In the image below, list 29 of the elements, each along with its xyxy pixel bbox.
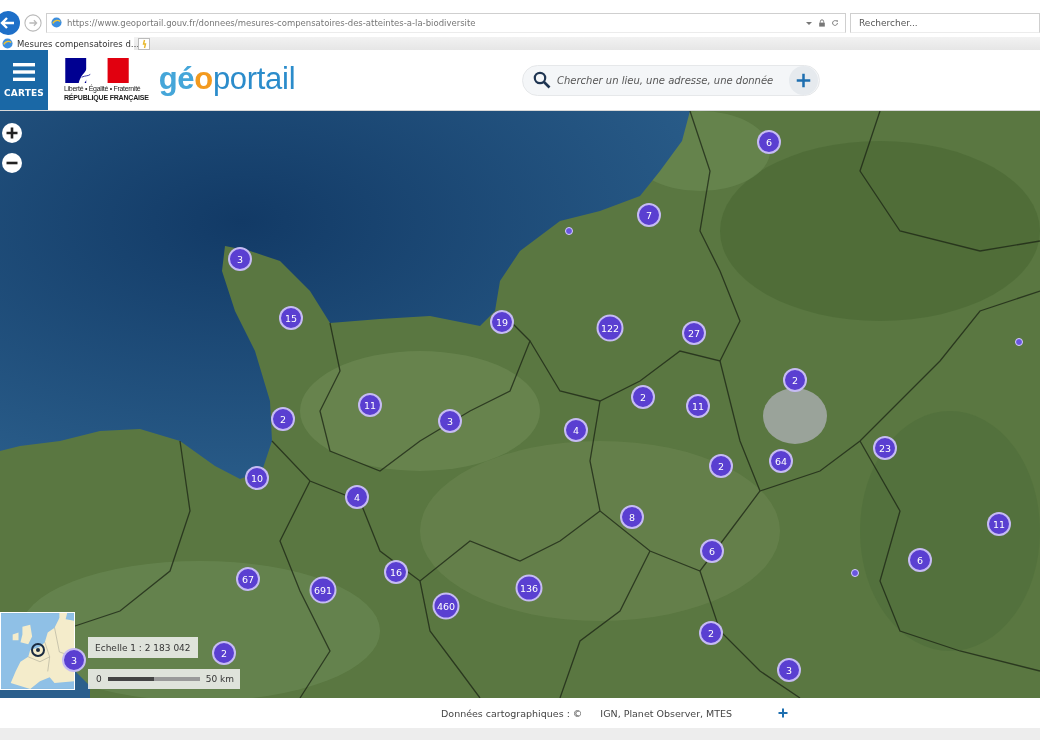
geoportail-logo-text[interactable]: géoportail bbox=[158, 62, 296, 98]
zoom-in-icon[interactable] bbox=[2, 123, 22, 143]
lock-icon[interactable] bbox=[818, 18, 826, 27]
url-text: https://www.geoportail.gouv.fr/donnees/mesures-compensatoires-des-atteintes-a-la-biodiversite bbox=[67, 17, 476, 28]
map-point-icon[interactable] bbox=[565, 227, 573, 235]
scale-end-label: 50 km bbox=[205, 674, 235, 684]
plus-icon[interactable] bbox=[789, 65, 818, 95]
back-icon[interactable] bbox=[0, 10, 20, 35]
locator-icon bbox=[31, 643, 45, 657]
search-bar[interactable]: Chercher un lieu, une adresse, une donnée bbox=[522, 64, 820, 96]
address-bar[interactable]: https://www.geoportail.gouv.fr/donnees/mesures-compensatoires-des-atteintes-a-la-biodiversite bbox=[46, 12, 846, 33]
search-icon[interactable] bbox=[533, 71, 551, 89]
zoom-out-icon[interactable] bbox=[2, 153, 22, 173]
page-icon bbox=[51, 17, 62, 28]
scale-start-label: 0 bbox=[96, 674, 102, 684]
browser-search-field[interactable]: Rechercher... bbox=[850, 12, 1040, 33]
scale-label: Echelle 1 : 2 183 042 bbox=[88, 637, 198, 658]
page-icon bbox=[2, 38, 13, 49]
overview-map-drawing[interactable] bbox=[0, 612, 75, 690]
menu-icon bbox=[13, 62, 35, 81]
maps-menu-button[interactable]: CARTES bbox=[0, 50, 48, 110]
map-point-icon[interactable] bbox=[851, 569, 859, 577]
refresh-icon[interactable] bbox=[831, 18, 839, 27]
plus-icon[interactable] bbox=[778, 708, 789, 718]
map-point-icon[interactable] bbox=[1015, 338, 1023, 346]
flag-logo-icon bbox=[64, 58, 130, 84]
attribution-text: Données cartographiques : © bbox=[441, 707, 583, 719]
search-field[interactable]: Chercher un lieu, une adresse, une donnée bbox=[557, 74, 783, 86]
attribution-sources: IGN, Planet Observer, MTES bbox=[600, 707, 733, 719]
